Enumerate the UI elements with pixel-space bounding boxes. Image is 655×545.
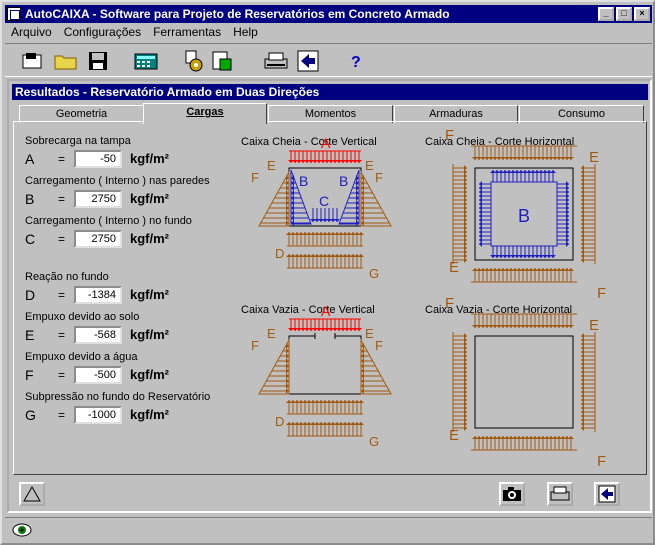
tab-label: Momentos [304,108,357,120]
arrow-head [581,257,584,263]
report-icon[interactable] [209,49,235,73]
close-button[interactable]: × [634,7,650,21]
help-question-icon[interactable]: ? [343,49,369,73]
arrow-head [568,436,574,439]
load-label-f: F [597,453,606,470]
tab-strip: Geometria Cargas Momentos Armaduras Cons… [19,103,645,124]
toolbar: ? [5,43,652,77]
app-window: AutoCAIXA - Software para Projeto de Res… [0,0,655,545]
printer-icon[interactable] [547,482,573,506]
load-label-f: F [251,170,259,185]
camera-icon[interactable] [499,482,525,506]
arrow-head [358,232,364,235]
arrow-head [358,422,364,425]
load-label-f: F [445,127,454,144]
tab-cargas[interactable]: Cargas [143,103,267,124]
menu-ferramentas[interactable]: Ferramentas [153,25,221,43]
load-label-e: E [365,158,374,173]
menu-configuracoes[interactable]: Configurações [64,25,141,43]
load-diagrams: AEFEFDGB BCFEEFBAEFEFDGFEEF [251,127,606,470]
calculator-icon[interactable] [133,49,159,73]
load-label-a: A [321,135,331,151]
load-label-b: B [339,173,348,189]
arrow-head [358,400,364,403]
load-label-f: F [251,338,259,353]
box-plan [474,335,574,429]
load-label-c: C [319,193,329,209]
load-label-e: E [589,317,599,334]
export-icon[interactable] [594,482,620,506]
load-label-b: B [518,206,530,226]
load-label-e: E [449,259,459,276]
menu-arquivo[interactable]: Arquivo [11,25,52,43]
load-label-f: F [445,295,454,312]
arrow-head [464,425,467,431]
load-label-d: D [275,414,284,429]
menu-help[interactable]: Help [233,25,258,43]
eye-icon [11,522,33,541]
box-section [288,335,362,395]
menu-bar: Arquivo Configurações Ferramentas Help [5,25,258,43]
arrow-head [358,254,364,257]
cargas-tab-body: Sobrecarga na tampa A = -50 kgf/m² Carregamen… [13,121,647,475]
window-title: AutoCAIXA - Software para Projeto de Res… [25,7,450,21]
new-file-icon[interactable] [19,49,45,73]
load-label-b: B [299,173,308,189]
load-label-e: E [365,326,374,341]
load-label-e: E [267,326,276,341]
svg-text:?: ? [351,54,361,71]
arrow-head [568,268,574,271]
tab-label: Geometria [55,108,108,120]
load-label-g: G [369,266,379,281]
title-bar: AutoCAIXA - Software para Projeto de Res… [5,5,652,23]
arrow-head [356,160,362,163]
arrow-head [568,325,574,328]
arrow-head [334,219,340,222]
load-label-g: G [369,434,379,449]
arrow-head [464,257,467,263]
panel-title: Resultados - Reservatório Armado em Duas… [12,84,648,100]
settings-gear-icon[interactable] [181,49,207,73]
bottom-toolbar [7,480,652,514]
load-label-d: D [275,246,284,261]
arrow-head [550,170,556,173]
arrow-head [550,255,556,258]
load-label-f: F [375,338,383,353]
save-icon[interactable] [85,49,111,73]
results-panel: Resultados - Reservatório Armado em Duas… [7,79,652,513]
tab-label: Consumo [557,108,606,120]
load-label-e: E [267,158,276,173]
arrow-head [356,328,362,331]
load-label-e: E [589,149,599,166]
load-label-a: A [321,303,331,319]
load-label-f: F [597,285,606,302]
export-icon[interactable] [295,49,321,73]
arrow-head [566,241,569,247]
load-label-e: E [449,427,459,444]
arrow-head [479,241,482,247]
maximize-button[interactable]: □ [616,7,632,21]
open-folder-icon[interactable] [53,49,79,73]
triangle-up-icon[interactable] [19,482,45,506]
arrow-head [568,157,574,160]
tab-label: Armaduras [429,108,483,120]
status-bar [5,517,652,543]
app-icon [7,7,21,21]
load-label-f: F [375,170,383,185]
minimize-button[interactable]: _ [598,7,614,21]
tab-label: Cargas [186,106,224,118]
printer-icon[interactable] [263,49,289,73]
arrow-head [581,425,584,431]
